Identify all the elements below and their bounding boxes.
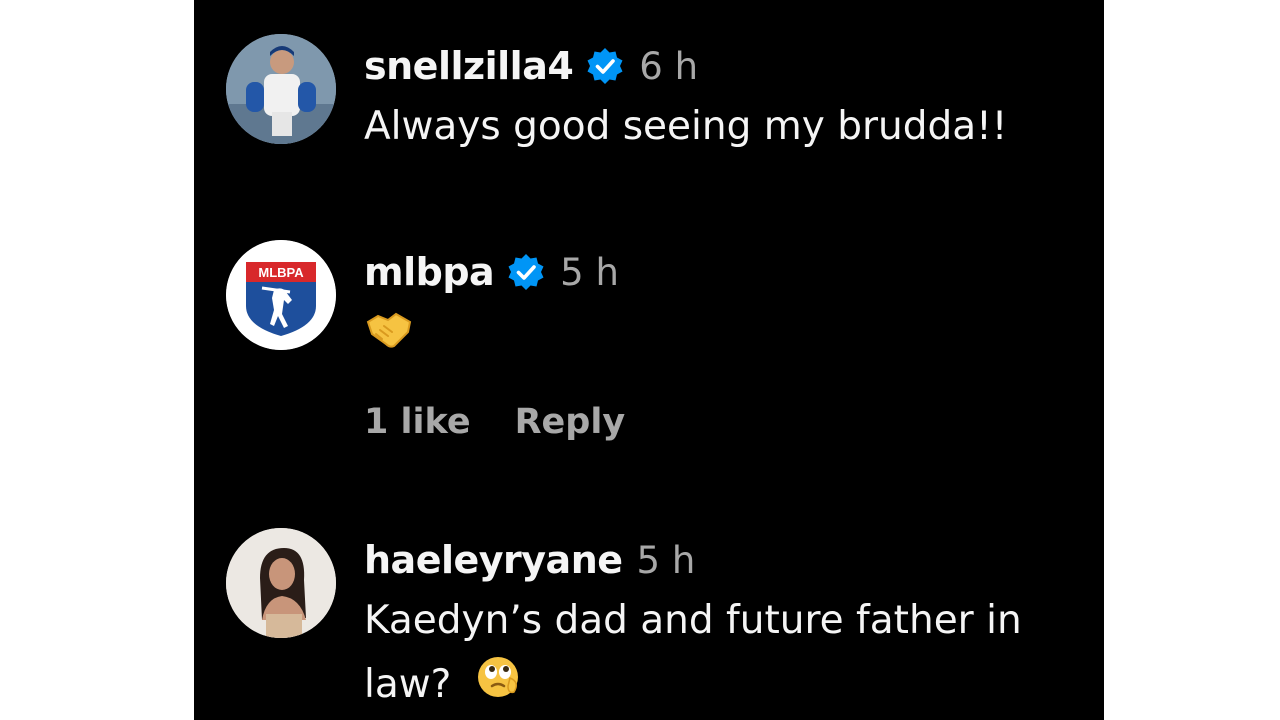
username[interactable]: mlbpa: [364, 250, 495, 294]
comment-text-segment: law?: [364, 662, 452, 707]
face-with-rolling-eyes-emoji-icon: [474, 652, 524, 720]
comment-body: haeleyryane 5 h Kaedyn’s dad and future …: [364, 528, 1084, 720]
comment-actions: 1 like Reply: [364, 402, 625, 442]
mlbpa-logo-icon: MLBPA: [226, 240, 336, 350]
avatar[interactable]: MLBPA: [226, 240, 336, 350]
comment-header: mlbpa 5 h: [364, 240, 1084, 304]
logo-text: MLBPA: [258, 265, 304, 280]
timestamp: 5 h: [636, 538, 696, 582]
comment-body: snellzilla4 6 h Always good seeing my br…: [364, 34, 1084, 158]
verified-badge-icon: [585, 46, 625, 86]
verified-badge-icon: [506, 252, 546, 292]
likes-count[interactable]: 1 like: [364, 402, 471, 442]
comments-panel: snellzilla4 6 h Always good seeing my br…: [194, 0, 1104, 720]
comment-text-line: Kaedyn’s dad and future father in: [364, 598, 1022, 643]
avatar-photo: [226, 528, 336, 638]
avatar[interactable]: [226, 528, 336, 638]
comment-text: [364, 302, 1084, 372]
comment-text: Always good seeing my brudda!!: [364, 104, 1008, 149]
avatar[interactable]: [226, 34, 336, 144]
handshake-emoji-icon: [364, 302, 414, 371]
timestamp: 5 h: [560, 250, 619, 294]
reply-button[interactable]: Reply: [515, 402, 626, 442]
timestamp: 6 h: [639, 44, 699, 88]
username[interactable]: snellzilla4: [364, 44, 574, 88]
comment-text-line: law?: [364, 652, 1084, 720]
comment-header: snellzilla4 6 h: [364, 34, 1084, 98]
comment-body: mlbpa 5 h: [364, 240, 1084, 372]
username[interactable]: haeleyryane: [364, 538, 623, 582]
comment-text: Kaedyn’s dad and future father in law?: [364, 590, 1084, 720]
avatar-photo: [226, 34, 336, 144]
comment-header: haeleyryane 5 h: [364, 528, 1084, 592]
